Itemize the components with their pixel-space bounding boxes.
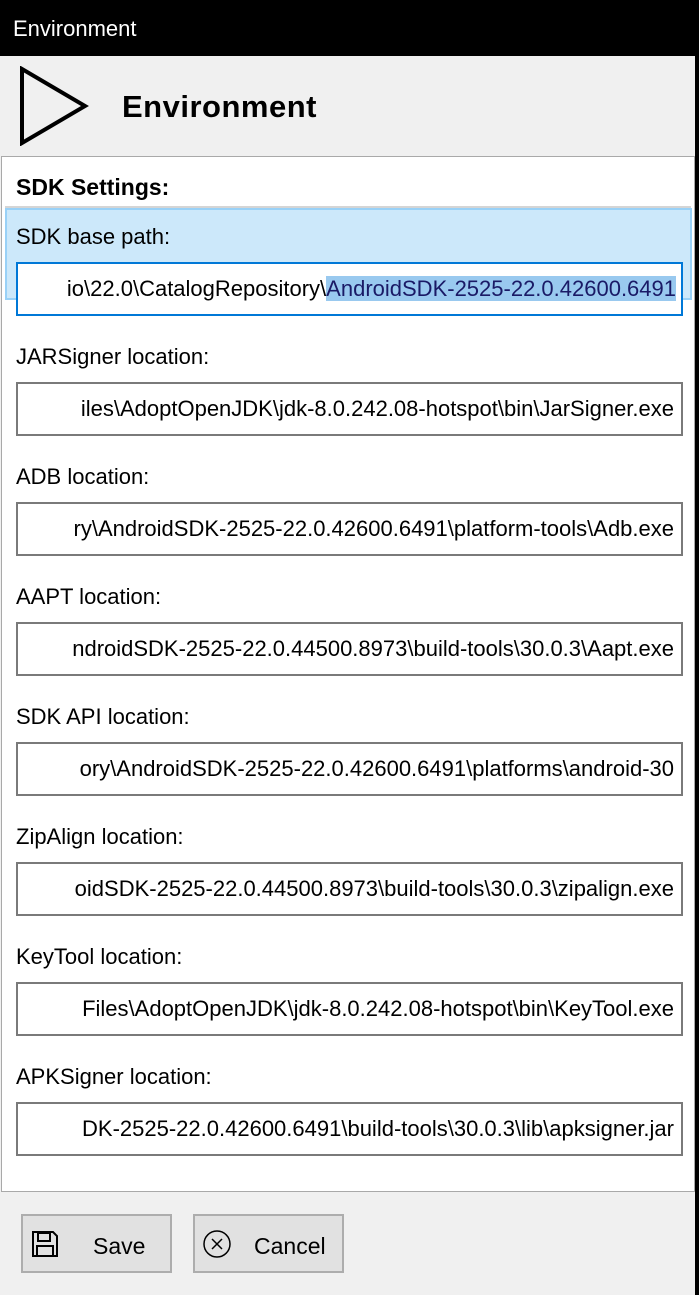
page-title: Environment [122,89,317,124]
sdk-api-location-row: SDK API location: ory\AndroidSDK-2525-22… [5,688,692,796]
floppy-disk-icon [32,1231,58,1257]
sdk-base-path-value-plain: io\22.0\CatalogRepository\ [66,276,327,301]
keytool-location-input[interactable]: Files\AdoptOpenJDK\jdk-8.0.242.08-hotspo… [16,982,683,1036]
play-icon [20,66,89,146]
apksigner-location-row: APKSigner location: DK-2525-22.0.42600.6… [5,1048,692,1156]
zipalign-location-label: ZipAlign location: [16,824,184,849]
sdk-base-path-value-selected: AndroidSDK-2525-22.0.42600.6491 [326,276,676,301]
cancel-button[interactable]: Cancel [193,1214,344,1273]
sdk-api-location-label: SDK API location: [16,704,190,729]
window-title: Environment [13,16,137,41]
adb-location-row: ADB location: ry\AndroidSDK-2525-22.0.42… [5,448,692,556]
zipalign-location-value: oidSDK-2525-22.0.44500.8973\build-tools\… [74,876,674,901]
jarsigner-location-value: iles\AdoptOpenJDK\jdk-8.0.242.08-hotspot… [80,396,674,421]
keytool-location-row: KeyTool location: Files\AdoptOpenJDK\jdk… [5,928,692,1036]
adb-location-value: ry\AndroidSDK-2525-22.0.42600.6491\platf… [73,516,674,541]
dialog-footer: Save Cancel [0,1192,699,1295]
group-title: SDK Settings: [16,174,170,200]
window-frame-edge [695,56,699,1295]
zipalign-location-input[interactable]: oidSDK-2525-22.0.44500.8973\build-tools\… [16,862,683,916]
aapt-location-value: ndroidSDK-2525-22.0.44500.8973\build-too… [72,636,674,661]
cancel-button-label: Cancel [254,1233,326,1259]
sdk-api-location-value: ory\AndroidSDK-2525-22.0.42600.6491\plat… [79,756,674,781]
sdk-api-location-input[interactable]: ory\AndroidSDK-2525-22.0.42600.6491\plat… [16,742,683,796]
aapt-location-row: AAPT location: ndroidSDK-2525-22.0.44500… [5,568,692,676]
window-titlebar: Environment [0,0,699,56]
save-button-label: Save [93,1233,146,1259]
keytool-location-label: KeyTool location: [16,944,183,969]
jarsigner-location-row: JARSigner location: iles\AdoptOpenJDK\jd… [5,328,692,436]
adb-location-label: ADB location: [16,464,150,489]
apksigner-location-label: APKSigner location: [16,1064,212,1089]
jarsigner-location-input[interactable]: iles\AdoptOpenJDK\jdk-8.0.242.08-hotspot… [16,382,683,436]
save-button[interactable]: Save [21,1214,172,1273]
dialog-header: Environment [0,56,699,156]
sdk-base-path-row[interactable]: SDK base path: io\22.0\CatalogRepository… [5,208,692,316]
circle-x-icon [203,1230,231,1258]
aapt-location-input[interactable]: ndroidSDK-2525-22.0.44500.8973\build-too… [16,622,683,676]
sdk-base-path-input[interactable]: io\22.0\CatalogRepository\AndroidSDK-252… [16,262,683,316]
sdk-base-path-label: SDK base path: [16,224,171,249]
sdk-base-path-value: io\22.0\CatalogRepository\AndroidSDK-252… [67,264,676,314]
settings-panel[interactable]: SDK Settings: SDK base path: io\22.0\Cat… [1,156,695,1192]
jarsigner-location-label: JARSigner location: [16,344,210,369]
apksigner-location-input[interactable]: DK-2525-22.0.42600.6491\build-tools\30.0… [16,1102,683,1156]
sdk-settings-group-header: SDK Settings: [5,160,691,208]
adb-location-input[interactable]: ry\AndroidSDK-2525-22.0.42600.6491\platf… [16,502,683,556]
zipalign-location-row: ZipAlign location: oidSDK-2525-22.0.4450… [5,808,692,916]
keytool-location-value: Files\AdoptOpenJDK\jdk-8.0.242.08-hotspo… [82,996,674,1021]
aapt-location-label: AAPT location: [16,584,162,609]
apksigner-location-value: DK-2525-22.0.42600.6491\build-tools\30.0… [82,1116,674,1141]
